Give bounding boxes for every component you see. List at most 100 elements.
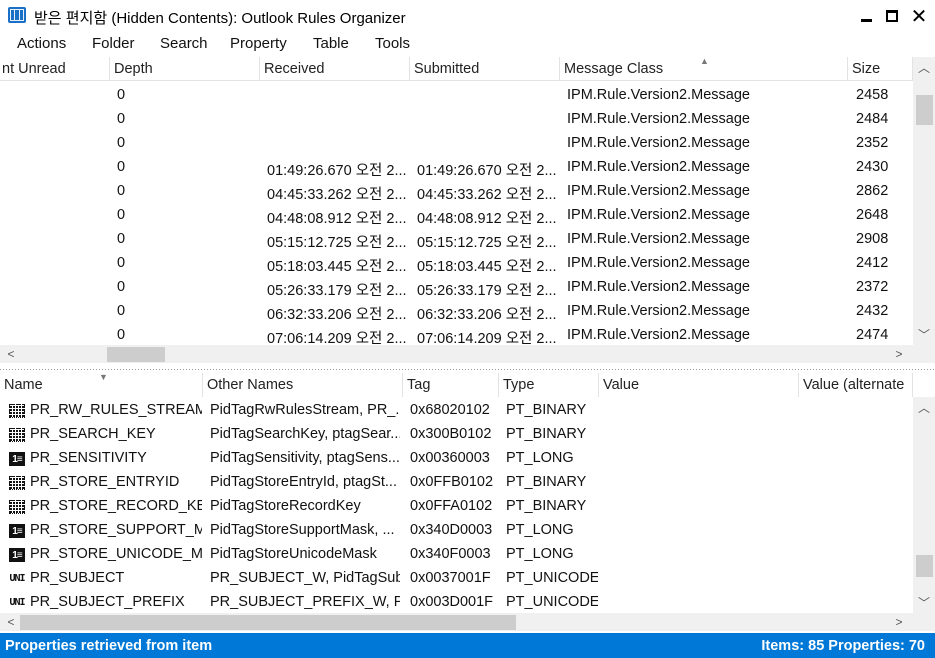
cell-message-class: IPM.Rule.Version2.Message: [567, 111, 750, 127]
minimize-button[interactable]: [852, 5, 880, 27]
binary-property-icon: [9, 404, 25, 418]
cell-message-class: IPM.Rule.Version2.Message: [567, 303, 750, 319]
cell-type: PT_UNICODE: [506, 594, 598, 610]
scroll-right-icon[interactable]: >: [890, 345, 908, 363]
table-row[interactable]: UNI PR_SUBJECT PR_SUBJECT_W, PidTagSub... 0…: [0, 568, 913, 592]
scroll-up-icon[interactable]: ︿: [913, 398, 935, 416]
property-list-vertical-scrollbar[interactable]: ︿ ﹀: [913, 397, 935, 613]
table-row[interactable]: 0 01:49:26.670 오전 2... 01:49:26.670 오전 2..…: [0, 157, 913, 181]
binary-property-icon: [9, 500, 25, 514]
menu-property[interactable]: Property: [230, 35, 287, 52]
column-header-tag[interactable]: Tag: [403, 373, 499, 397]
table-row[interactable]: 0 04:45:33.262 오전 2... 04:45:33.262 오전 2..…: [0, 181, 913, 205]
cell-size: 2484: [856, 111, 889, 127]
column-header-size[interactable]: Size: [848, 57, 913, 81]
cell-tag: 0x340D0003: [410, 522, 493, 538]
menu-folder[interactable]: Folder: [92, 35, 135, 52]
column-header-received[interactable]: Received: [260, 57, 410, 81]
table-row[interactable]: PR_STORE_RECORD_KEY PidTagStoreRecordKey 0…: [0, 496, 913, 520]
maximize-icon: [886, 10, 898, 22]
cell-property-name: PR_STORE_SUPPORT_MA...: [30, 522, 202, 538]
scroll-thumb[interactable]: [916, 95, 933, 125]
column-header-submitted[interactable]: Submitted: [410, 57, 560, 81]
menu-actions[interactable]: Actions: [17, 35, 66, 52]
cell-size: 2430: [856, 159, 889, 175]
pane-splitter[interactable]: [0, 367, 935, 372]
long-property-icon: 1≡: [9, 452, 25, 466]
cell-tag: 0x340F0003: [410, 546, 491, 562]
cell-tag: 0x003D001F: [410, 594, 494, 610]
table-row[interactable]: 0 06:32:33.206 오전 2... 06:32:33.206 오전 2..…: [0, 301, 913, 325]
table-row[interactable]: 1≡ PR_STORE_SUPPORT_MA... PidTagStoreSuppo…: [0, 520, 913, 544]
table-row[interactable]: PR_SEARCH_KEY PidTagSearchKey, ptagSear..…: [0, 424, 913, 448]
cell-submitted: 05:15:12.725 오전 2...: [417, 235, 557, 251]
scroll-right-icon[interactable]: >: [890, 613, 908, 631]
cell-message-class: IPM.Rule.Version2.Message: [567, 255, 750, 271]
cell-submitted: 05:26:33.179 오전 2...: [417, 283, 557, 299]
column-header-other-names[interactable]: Other Names: [203, 373, 403, 397]
cell-tag: 0x00360003: [410, 450, 490, 466]
cell-size: 2432: [856, 303, 889, 319]
column-header-value[interactable]: Value: [599, 373, 799, 397]
column-header-value-alternate[interactable]: Value (alternate: [799, 373, 913, 397]
message-list-vertical-scrollbar[interactable]: ︿ ﹀: [913, 57, 935, 347]
cell-submitted: 06:32:33.206 오전 2...: [417, 307, 557, 323]
table-row[interactable]: 0 05:15:12.725 오전 2... 05:15:12.725 오전 2..…: [0, 229, 913, 253]
table-row[interactable]: PR_STORE_ENTRYID PidTagStoreEntryId, ptag…: [0, 472, 913, 496]
binary-property-icon: [9, 428, 25, 442]
column-header-depth[interactable]: Depth: [110, 57, 260, 81]
scroll-up-icon[interactable]: ︿: [913, 58, 935, 76]
sort-ascending-icon: ▲: [700, 56, 709, 66]
cell-property-name: PR_STORE_UNICODE_M...: [30, 546, 202, 562]
cell-message-class: IPM.Rule.Version2.Message: [567, 135, 750, 151]
table-row[interactable]: 0 05:26:33.179 오전 2... 05:26:33.179 오전 2..…: [0, 277, 913, 301]
table-row[interactable]: 0 05:18:03.445 오전 2... 05:18:03.445 오전 2..…: [0, 253, 913, 277]
cell-depth: 0: [117, 183, 126, 199]
table-row[interactable]: 1≡ PR_SENSITIVITY PidTagSensitivity, ptagS…: [0, 448, 913, 472]
long-property-icon: 1≡: [9, 548, 25, 562]
cell-tag: 0x0FFA0102: [410, 498, 493, 514]
cell-type: PT_BINARY: [506, 498, 587, 514]
message-list-horizontal-scrollbar[interactable]: < >: [0, 345, 935, 363]
table-row[interactable]: 0 IPM.Rule.Version2.Message 2352: [0, 133, 913, 157]
column-header-type[interactable]: Type: [499, 373, 599, 397]
close-button[interactable]: ✕: [905, 5, 933, 28]
scroll-down-icon[interactable]: ﹀: [913, 593, 935, 611]
cell-depth: 0: [117, 279, 126, 295]
column-header-unread[interactable]: nt Unread: [0, 57, 110, 81]
scroll-down-icon[interactable]: ﹀: [913, 325, 935, 343]
table-row[interactable]: 0 IPM.Rule.Version2.Message 2484: [0, 109, 913, 133]
table-row[interactable]: 1≡ PR_STORE_UNICODE_M... PidTagStoreUnicod…: [0, 544, 913, 568]
cell-message-class: IPM.Rule.Version2.Message: [567, 159, 750, 175]
menu-table[interactable]: Table: [313, 35, 349, 52]
status-message: Properties retrieved from item: [5, 638, 213, 654]
cell-property-name: PR_SEARCH_KEY: [30, 426, 156, 442]
status-counts: Items: 85 Properties: 70: [761, 638, 925, 654]
cell-message-class: IPM.Rule.Version2.Message: [567, 183, 750, 199]
cell-property-name: PR_SUBJECT_PREFIX: [30, 594, 185, 610]
maximize-button[interactable]: [878, 5, 906, 27]
table-row[interactable]: 0 04:48:08.912 오전 2... 04:48:08.912 오전 2..…: [0, 205, 913, 229]
scroll-thumb[interactable]: [107, 347, 165, 362]
cell-other-names: PidTagStoreUnicodeMask: [210, 546, 377, 562]
scroll-left-icon[interactable]: <: [2, 345, 20, 363]
table-row[interactable]: PR_RW_RULES_STREAM PidTagRwRulesStream, P…: [0, 400, 913, 424]
cell-message-class: IPM.Rule.Version2.Message: [567, 279, 750, 295]
menu-tools[interactable]: Tools: [375, 35, 410, 52]
scroll-thumb[interactable]: [20, 615, 516, 630]
cell-type: PT_LONG: [506, 450, 574, 466]
cell-received: 04:48:08.912 오전 2...: [267, 211, 407, 227]
scroll-left-icon[interactable]: <: [2, 613, 20, 631]
cell-received: 04:45:33.262 오전 2...: [267, 187, 407, 203]
cell-received: 01:49:26.670 오전 2...: [267, 163, 407, 179]
cell-message-class: IPM.Rule.Version2.Message: [567, 327, 750, 343]
table-row[interactable]: 0 IPM.Rule.Version2.Message 2458: [0, 85, 913, 109]
scroll-thumb[interactable]: [916, 555, 933, 577]
cell-depth: 0: [117, 135, 126, 151]
long-property-icon: 1≡: [9, 524, 25, 538]
cell-type: PT_LONG: [506, 546, 574, 562]
cell-size: 2412: [856, 255, 889, 271]
property-list-horizontal-scrollbar[interactable]: < >: [0, 613, 935, 631]
menu-search[interactable]: Search: [160, 35, 208, 52]
window-title: 받은 편지함 (Hidden Contents): Outlook Rules …: [34, 10, 406, 27]
